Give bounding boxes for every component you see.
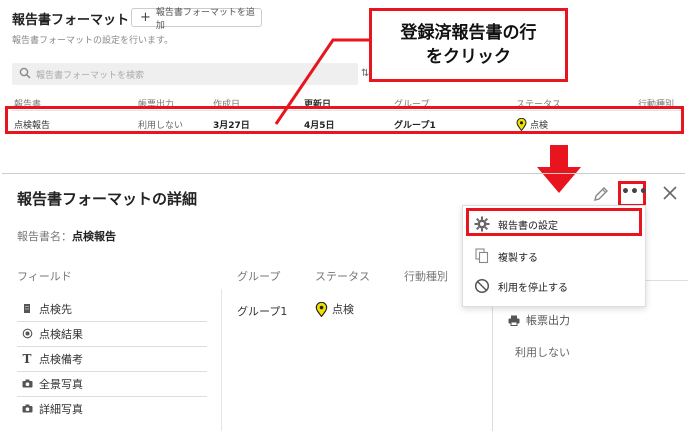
panel-divider	[2, 173, 685, 174]
field-item[interactable]: T 点検備考	[17, 346, 207, 372]
printer-icon	[508, 315, 520, 326]
text-icon: T	[22, 351, 32, 366]
form-output-heading: 帳票出力	[508, 312, 570, 328]
detail-title: 報告書フォーマットの詳細	[17, 190, 198, 208]
down-arrow-icon	[537, 145, 581, 193]
report-name-value: 点検報告	[72, 230, 116, 243]
col-fields: フィールド	[17, 270, 72, 283]
status-value: 点検	[315, 301, 354, 317]
row-highlight-box	[5, 106, 684, 134]
col-status: ステータス	[315, 270, 370, 283]
search-placeholder: 報告書フォーマットを検索	[36, 71, 145, 81]
column-divider	[221, 289, 222, 431]
menu-item-duplicate[interactable]: 複製する	[463, 242, 645, 270]
group-value: グループ1	[237, 305, 288, 318]
pencil-icon[interactable]	[592, 185, 610, 203]
col-action: 行動種別	[404, 270, 448, 283]
report-name-row: 報告書名：点検報告	[17, 228, 116, 244]
building-icon	[17, 303, 37, 314]
more-options-button[interactable]: •••	[618, 181, 648, 207]
page-title: 報告書フォーマット	[12, 13, 130, 28]
menu-item-disable[interactable]: 利用を停止する	[463, 272, 645, 300]
status-pin-icon	[315, 301, 328, 317]
copy-icon	[474, 248, 490, 264]
form-output-value: 利用しない	[515, 346, 570, 359]
field-label: 点検備考	[39, 352, 83, 366]
report-name-label: 報告書名：	[17, 230, 72, 243]
instruction-callout: 登録済報告書の行 をクリック	[369, 8, 568, 82]
callout-line-1: 登録済報告書の行	[400, 23, 537, 43]
prohibited-icon	[474, 278, 490, 294]
camera-icon	[17, 404, 37, 413]
add-format-label: 報告書フォーマットを追加	[155, 7, 255, 31]
field-item[interactable]: 点検結果	[17, 321, 207, 347]
more-icon: •••	[621, 184, 648, 200]
add-format-button[interactable]: + 報告書フォーマットを追加	[131, 8, 262, 31]
status-value-label: 点検	[332, 303, 354, 316]
field-label: 点検先	[39, 302, 72, 316]
field-item[interactable]: 詳細写真	[17, 396, 207, 421]
field-label: 詳細写真	[39, 402, 83, 416]
search-input[interactable]: 報告書フォーマットを検索	[12, 63, 358, 85]
field-label: 全景写真	[39, 377, 83, 391]
camera-icon	[17, 379, 37, 388]
field-item[interactable]: 点検先	[17, 296, 207, 322]
field-label: 点検結果	[39, 327, 83, 341]
col-group: グループ	[237, 270, 281, 283]
close-icon[interactable]	[662, 185, 678, 201]
menu-item-highlight-box	[466, 208, 642, 236]
callout-line-2: をクリック	[426, 47, 511, 67]
search-icon	[19, 67, 31, 79]
radio-icon	[17, 328, 37, 339]
menu-item-label: 利用を停止する	[498, 282, 568, 294]
menu-item-label: 複製する	[498, 252, 538, 264]
plus-icon: +	[140, 10, 151, 25]
page-subtitle: 報告書フォーマットの設定を行います。	[12, 36, 174, 46]
form-output-label: 帳票出力	[526, 314, 570, 327]
field-item[interactable]: 全景写真	[17, 371, 207, 397]
